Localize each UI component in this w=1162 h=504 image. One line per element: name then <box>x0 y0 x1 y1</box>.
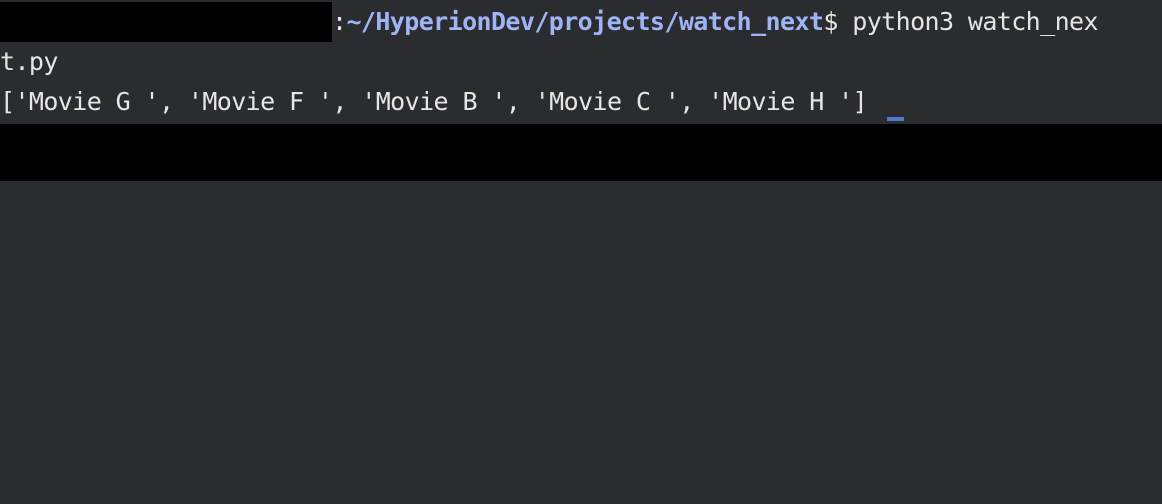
redacted-band <box>0 124 1162 181</box>
command-wrap-line: t.py <box>0 47 58 76</box>
text-cursor <box>887 117 904 121</box>
redacted-user-host <box>0 2 332 42</box>
prompt-path: ~/HyperionDev/projects/watch_next <box>346 7 824 36</box>
command-text: python3 watch_nex <box>837 7 1098 36</box>
prompt-separator: : <box>332 7 347 36</box>
prompt-symbol: $ <box>823 7 838 36</box>
output-line: ['Movie G ', 'Movie F ', 'Movie B ', 'Mo… <box>0 87 868 116</box>
prompt-line: :~/HyperionDev/projects/watch_next$ pyth… <box>0 2 1162 42</box>
terminal-window[interactable]: :~/HyperionDev/projects/watch_next$ pyth… <box>0 0 1162 504</box>
